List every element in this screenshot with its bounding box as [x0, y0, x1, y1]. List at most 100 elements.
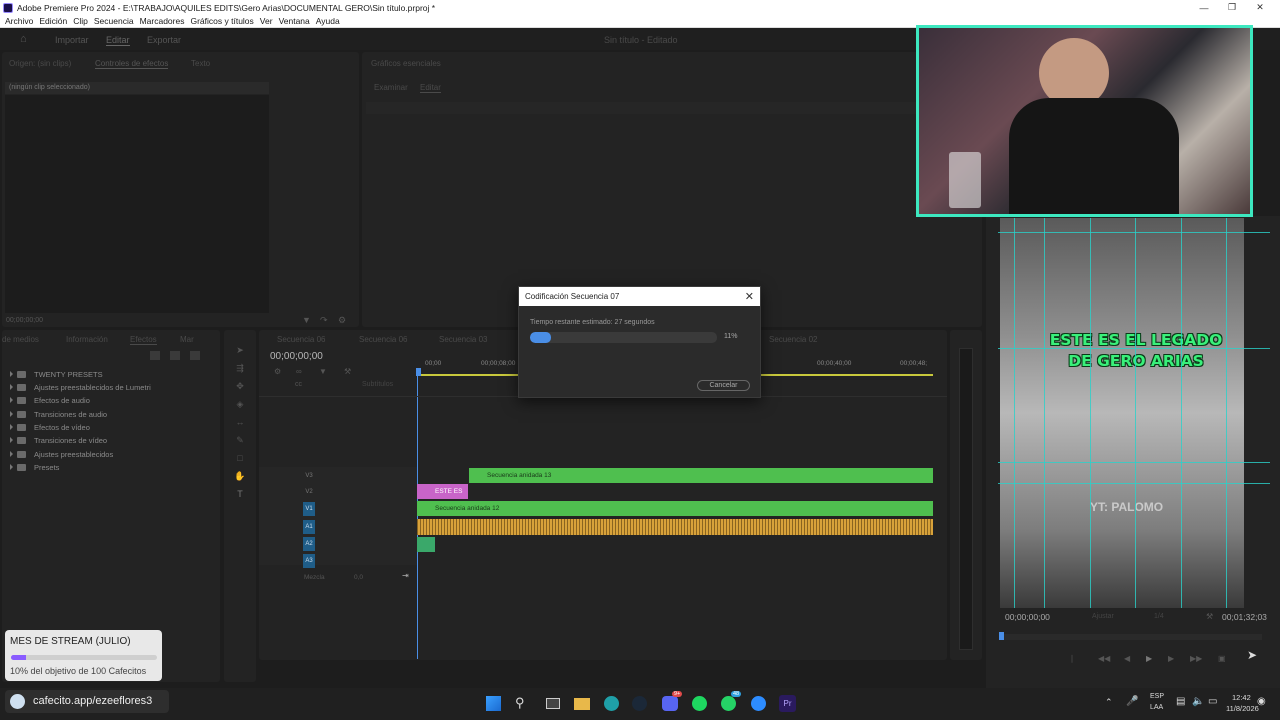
tab-sequence[interactable]: Secuencia 06 — [277, 335, 325, 344]
clock-time[interactable]: 12:42 — [1232, 693, 1251, 702]
tray-chevron-icon[interactable]: ⌃ — [1105, 697, 1113, 708]
tab-sequence[interactable]: Secuencia 06 — [359, 335, 407, 344]
notification-icon[interactable]: ◉ — [1257, 696, 1266, 707]
fit-select[interactable]: Ajustar — [1092, 613, 1114, 620]
volume-icon[interactable]: 🔈 — [1192, 696, 1204, 707]
tab-sequence[interactable]: Secuencia 03 — [439, 335, 487, 344]
program-scrubber[interactable] — [1000, 634, 1262, 640]
tab-examinar[interactable]: Examinar — [374, 83, 408, 92]
play-icon[interactable]: ▶ — [1146, 654, 1152, 663]
step-forward-icon[interactable]: ▶▶ — [1190, 654, 1202, 663]
list-item[interactable]: Presets — [10, 461, 59, 473]
clip-a2-audio[interactable] — [417, 537, 435, 552]
tab-importar[interactable]: Importar — [55, 35, 89, 45]
track-v1-label[interactable]: V1 — [303, 502, 315, 516]
list-item[interactable]: Efectos de audio — [10, 394, 90, 406]
expand-icon[interactable] — [10, 464, 13, 470]
clock-date[interactable]: 11/8/2026 — [1226, 704, 1259, 713]
slip-tool-icon[interactable]: ↔ — [234, 416, 246, 428]
tab-text[interactable]: Texto — [191, 59, 210, 68]
clip-v2[interactable]: ESTE ES EL — [417, 484, 468, 510]
maximize-button[interactable]: ❐ — [1218, 0, 1246, 15]
wrench-icon[interactable]: ⚒ — [344, 367, 351, 376]
expand-icon[interactable] — [10, 397, 13, 403]
hand-tool-icon[interactable]: ✋ — [234, 470, 246, 482]
cancel-button[interactable]: Cancelar — [697, 380, 750, 391]
start-icon[interactable] — [486, 696, 501, 711]
expand-icon[interactable] — [10, 411, 13, 417]
ripple-edit-icon[interactable]: ✥ — [234, 380, 246, 392]
menu-marcadores[interactable]: Marcadores — [140, 16, 185, 26]
list-item[interactable]: Ajustes preestablecidos — [10, 448, 113, 460]
settings-icon[interactable]: ⚙ — [338, 315, 346, 326]
search-icon[interactable]: ⚲ — [515, 695, 525, 711]
clip-v1[interactable]: Secuencia anidada 12 — [417, 501, 933, 516]
track-a1-label[interactable]: A1 — [303, 520, 315, 534]
menu-ayuda[interactable]: Ayuda — [316, 16, 340, 26]
list-item[interactable]: TWENTY PRESETS — [10, 368, 103, 380]
expand-icon[interactable] — [10, 371, 13, 377]
list-item[interactable]: Efectos de vídeo — [10, 421, 90, 433]
expand-icon[interactable] — [10, 424, 13, 430]
filter-icon[interactable]: ▼ — [302, 315, 311, 325]
tab-exportar[interactable]: Exportar — [147, 35, 181, 45]
step-back-icon[interactable]: ◀◀ — [1098, 654, 1110, 663]
new-bin-icon[interactable] — [150, 351, 160, 360]
close-window-button[interactable]: ✕ — [1246, 0, 1274, 15]
new-item-icon[interactable] — [170, 351, 180, 360]
close-icon[interactable]: ✕ — [745, 290, 754, 303]
menu-archivo[interactable]: Archivo — [5, 16, 33, 26]
track-a3-label[interactable]: A3 — [303, 554, 315, 568]
track-select-icon[interactable]: ⇶ — [234, 362, 246, 374]
program-playhead[interactable] — [999, 632, 1004, 640]
wrench-icon[interactable]: ⚒ — [1206, 612, 1213, 621]
clip-v3[interactable]: Secuencia anidada 13 — [469, 468, 933, 483]
export-frame-icon[interactable]: ↷ — [320, 315, 328, 326]
menu-ver[interactable]: Ver — [260, 16, 273, 26]
expand-icon[interactable] — [10, 437, 13, 443]
tab-editar-graficos[interactable]: Editar — [420, 83, 441, 93]
mark-in-icon[interactable]: ∣ — [1070, 654, 1074, 663]
mix-end-icon[interactable]: ⇥ — [402, 571, 409, 580]
track-a2-label[interactable]: A2 — [303, 537, 315, 551]
timeline-timecode[interactable]: 00;00;00;00 — [270, 351, 323, 362]
cc-icon[interactable]: cc — [295, 381, 302, 388]
frame-forward-icon[interactable]: ▶ — [1168, 654, 1174, 663]
program-timecode-left[interactable]: 00;00;00;00 — [1005, 612, 1050, 622]
rectangle-tool-icon[interactable]: □ — [234, 452, 246, 464]
linked-icon[interactable]: ∞ — [296, 367, 302, 376]
menu-edicion[interactable]: Edición — [39, 16, 67, 26]
pen-tool-icon[interactable]: ✎ — [234, 434, 246, 446]
list-item[interactable]: Ajustes preestablecidos de Lumetri — [10, 381, 151, 393]
mix-value[interactable]: 0,0 — [354, 574, 363, 581]
microphone-icon[interactable]: 🎤 — [1126, 696, 1138, 707]
expand-icon[interactable] — [10, 451, 13, 457]
file-explorer-icon[interactable] — [574, 698, 590, 710]
marker-icon[interactable]: ▼ — [319, 367, 327, 376]
delete-icon[interactable] — [190, 351, 200, 360]
list-item[interactable]: Transiciones de audio — [10, 408, 107, 420]
steam-icon[interactable] — [632, 696, 647, 711]
premiere-taskbar-icon[interactable]: Pr — [779, 695, 796, 712]
track-v2-label[interactable]: V2 — [303, 485, 315, 499]
minimize-button[interactable]: — — [1190, 0, 1218, 15]
expand-icon[interactable] — [10, 384, 13, 390]
type-tool-icon[interactable]: T — [234, 488, 246, 500]
edge-icon[interactable] — [604, 696, 619, 711]
selection-tool-icon[interactable]: ➤ — [234, 344, 246, 356]
task-view-icon[interactable] — [546, 698, 560, 709]
home-icon[interactable]: ⌂ — [20, 33, 27, 45]
battery-icon[interactable]: ▭ — [1208, 696, 1217, 707]
app-icon[interactable] — [751, 696, 766, 711]
program-timecode-right[interactable]: 00;01;32;03 — [1222, 612, 1267, 622]
menu-ventana[interactable]: Ventana — [279, 16, 310, 26]
tab-efectos[interactable]: Efectos — [130, 335, 157, 345]
frame-back-icon[interactable]: ◀ — [1124, 654, 1130, 663]
clip-a1-audio[interactable] — [417, 519, 933, 535]
tab-informacion[interactable]: Información — [66, 335, 108, 344]
tab-marcadores[interactable]: Mar — [180, 335, 194, 344]
list-item[interactable]: Transiciones de vídeo — [10, 434, 107, 446]
snap-icon[interactable]: ⚙ — [274, 367, 281, 376]
whatsapp-icon[interactable] — [721, 696, 736, 711]
tab-effect-controls[interactable]: Controles de efectos — [95, 59, 169, 69]
